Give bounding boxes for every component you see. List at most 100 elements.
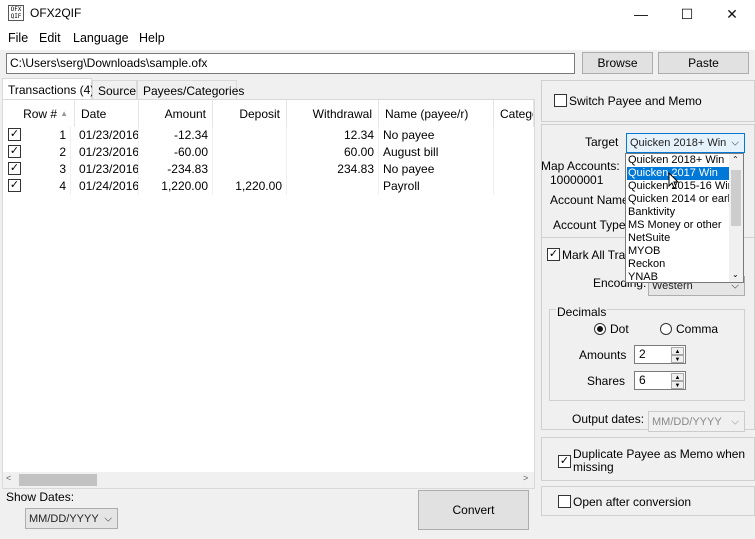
- show-dates-value: MM/DD/YYYY: [29, 512, 99, 525]
- paste-button[interactable]: Paste: [658, 52, 749, 74]
- horizontal-scrollbar[interactable]: < >: [3, 472, 534, 488]
- minimize-button[interactable]: —: [618, 0, 664, 28]
- column-header-category[interactable]: Catego: [494, 100, 534, 127]
- duplicate-payee-checkbox[interactable]: ✓: [558, 455, 571, 468]
- target-select[interactable]: Quicken 2018+ Win ⌵: [626, 133, 745, 153]
- scroll-up-icon[interactable]: ⌃: [732, 155, 739, 164]
- row-deposit: [213, 161, 287, 178]
- scroll-left-icon[interactable]: <: [6, 473, 11, 483]
- duplicate-payee-group: ✓ Duplicate Payee as Memo when missing: [541, 437, 755, 481]
- grid-header: Row # ▲ Date Amount Deposit Withdrawal N…: [3, 100, 534, 127]
- account-type-label: Account Type:: [553, 218, 629, 232]
- spin-up-icon[interactable]: ▲: [671, 347, 684, 355]
- target-dropdown-list[interactable]: Quicken 2018+ Win Quicken 2017 Win Quick…: [625, 153, 744, 283]
- output-dates-select[interactable]: MM/DD/YYYY ⌵: [648, 411, 745, 432]
- title-bar: OFX QIF OFX2QIF — ☐ ✕: [0, 0, 755, 28]
- column-header-amount[interactable]: Amount: [139, 100, 213, 127]
- row-withdrawal: 234.83: [287, 161, 379, 178]
- account-name-label: Account Name:: [550, 193, 633, 207]
- row-date: 01/24/2016: [75, 178, 139, 195]
- tab-source[interactable]: Source: [92, 80, 137, 100]
- mark-all-label: Mark All Tran: [562, 248, 633, 262]
- table-row[interactable]: ✓ 1 01/23/2016 -12.34 12.34 No payee: [3, 127, 534, 144]
- row-deposit: [213, 127, 287, 144]
- target-value: Quicken 2018+ Win: [630, 137, 727, 149]
- column-header-name[interactable]: Name (payee/r): [379, 100, 494, 127]
- row-checkbox[interactable]: ✓: [8, 128, 21, 141]
- amounts-stepper[interactable]: 2 ▲ ▼: [634, 345, 686, 364]
- row-checkbox[interactable]: ✓: [8, 179, 21, 192]
- convert-button[interactable]: Convert: [418, 490, 529, 530]
- scroll-right-icon[interactable]: >: [523, 473, 528, 483]
- column-header-deposit[interactable]: Deposit: [213, 100, 287, 127]
- switch-payee-group: Switch Payee and Memo: [541, 80, 755, 122]
- file-path-input[interactable]: C:\Users\serg\Downloads\sample.ofx: [6, 53, 575, 74]
- map-accounts-label: Map Accounts:: [541, 159, 620, 173]
- tab-payees-categories[interactable]: Payees/Categories: [137, 80, 244, 100]
- row-number: 2: [25, 144, 71, 161]
- switch-payee-checkbox[interactable]: [554, 94, 567, 107]
- row-date: 01/23/2016: [75, 161, 139, 178]
- row-withdrawal: 60.00: [287, 144, 379, 161]
- dropdown-scroll-thumb[interactable]: [731, 170, 741, 226]
- dropdown-option[interactable]: YNAB: [627, 271, 730, 282]
- decimals-title: Decimals: [556, 305, 608, 319]
- browse-button[interactable]: Browse: [582, 52, 653, 74]
- table-row[interactable]: ✓ 4 01/24/2016 1,220.00 1,220.00 Payroll: [3, 178, 534, 195]
- row-checkbox[interactable]: ✓: [8, 145, 21, 158]
- scroll-thumb[interactable]: [19, 474, 97, 486]
- spin-down-icon[interactable]: ▼: [671, 381, 684, 389]
- column-header-row[interactable]: Row # ▲: [3, 100, 75, 127]
- shares-value: 6: [639, 373, 646, 387]
- column-header-withdrawal[interactable]: Withdrawal: [287, 100, 379, 127]
- dropdown-option[interactable]: Quicken 2014 or earlier: [627, 193, 730, 206]
- mark-all-checkbox[interactable]: ✓: [547, 248, 560, 261]
- dropdown-option[interactable]: Reckon: [627, 258, 730, 271]
- scroll-down-icon[interactable]: ⌄: [732, 270, 739, 279]
- show-dates-select[interactable]: MM/DD/YYYY ⌵: [25, 508, 118, 529]
- comma-radio[interactable]: [660, 323, 672, 335]
- maximize-button[interactable]: ☐: [664, 0, 710, 28]
- menu-language[interactable]: Language: [73, 31, 129, 45]
- row-amount: -234.83: [139, 161, 213, 178]
- row-name: No payee: [379, 127, 494, 144]
- dropdown-option[interactable]: Quicken 2018+ Win: [627, 154, 730, 167]
- dropdown-option[interactable]: MYOB: [627, 245, 730, 258]
- row-amount: 1,220.00: [139, 178, 213, 195]
- table-row[interactable]: ✓ 2 01/23/2016 -60.00 60.00 August bill: [3, 144, 534, 161]
- menu-edit[interactable]: Edit: [39, 31, 61, 45]
- sort-up-icon: ▲: [60, 109, 68, 118]
- switch-payee-label: Switch Payee and Memo: [569, 94, 702, 108]
- decimals-group: Decimals Dot Comma Amounts 2 ▲ ▼ Shares …: [549, 305, 745, 401]
- row-checkbox[interactable]: ✓: [8, 162, 21, 175]
- tab-transactions[interactable]: Transactions (4): [2, 78, 94, 100]
- row-number: 3: [25, 161, 71, 178]
- show-dates-label: Show Dates:: [6, 490, 75, 504]
- row-deposit: [213, 144, 287, 161]
- output-dates-label: Output dates:: [572, 412, 645, 426]
- column-header-date[interactable]: Date: [75, 100, 139, 127]
- menu-file[interactable]: File: [8, 31, 28, 45]
- row-name: No payee: [379, 161, 494, 178]
- dropdown-option[interactable]: MS Money or other: [627, 219, 730, 232]
- row-name: Payroll: [379, 178, 494, 195]
- spin-down-icon[interactable]: ▼: [671, 355, 684, 363]
- menu-help[interactable]: Help: [139, 31, 165, 45]
- target-label: Target: [585, 135, 619, 149]
- row-withdrawal: [287, 178, 379, 195]
- row-date: 01/23/2016: [75, 127, 139, 144]
- column-row-label: Row #: [23, 106, 58, 121]
- table-row[interactable]: ✓ 3 01/23/2016 -234.83 234.83 No payee: [3, 161, 534, 178]
- row-withdrawal: 12.34: [287, 127, 379, 144]
- row-date: 01/23/2016: [75, 144, 139, 161]
- dropdown-option[interactable]: Banktivity: [627, 206, 730, 219]
- dropdown-option[interactable]: NetSuite: [627, 232, 730, 245]
- row-deposit: 1,220.00: [213, 178, 287, 195]
- dot-radio[interactable]: [594, 323, 606, 335]
- window-title: OFX2QIF: [30, 6, 82, 20]
- close-button[interactable]: ✕: [709, 0, 755, 28]
- dropdown-scrollbar[interactable]: ⌃ ⌄: [729, 154, 743, 282]
- shares-stepper[interactable]: 6 ▲ ▼: [634, 371, 686, 390]
- spin-up-icon[interactable]: ▲: [671, 373, 684, 381]
- open-after-checkbox[interactable]: [558, 495, 571, 508]
